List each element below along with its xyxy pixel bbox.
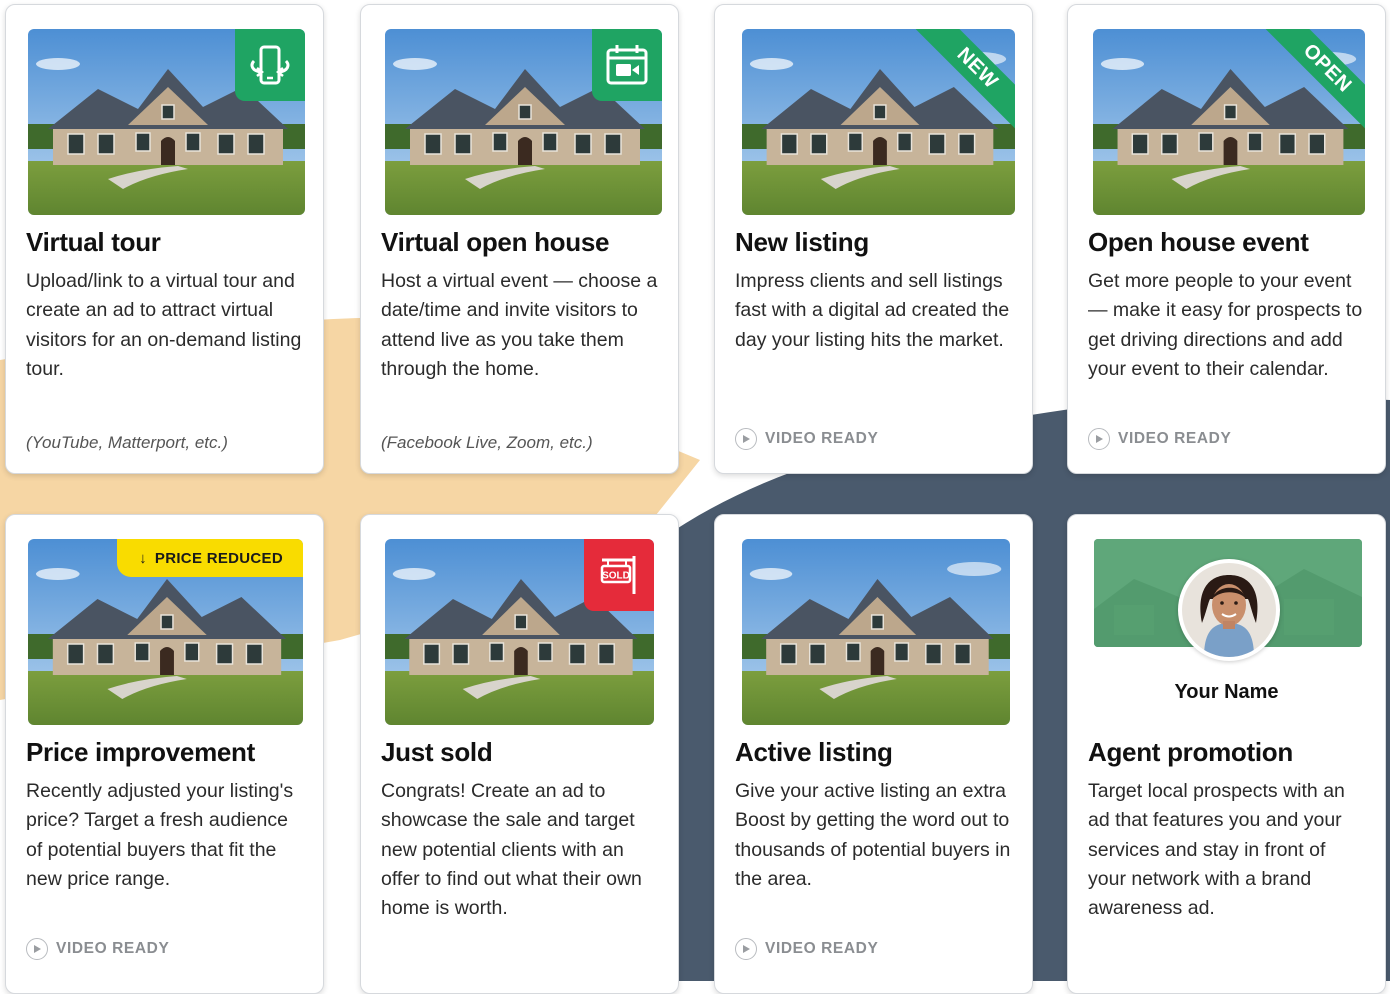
listing-photo: OPEN [1093, 29, 1365, 215]
card-title: Open house event [1088, 227, 1309, 257]
card-description: Target local prospects with an ad that f… [1088, 780, 1345, 920]
card-description: Upload/link to a virtual tour and create… [26, 270, 302, 380]
price-reduced-badge: ↓ PRICE REDUCED [117, 539, 303, 577]
new-ribbon: NEW [915, 29, 1015, 129]
card-title: New listing [735, 227, 869, 257]
card-description: Give your active listing an extra Boost … [735, 780, 1011, 890]
card-note: (Facebook Live, Zoom, etc.) [381, 433, 593, 452]
play-icon [735, 938, 757, 960]
card-title: Active listing [735, 737, 893, 767]
calendar-video-icon [606, 45, 648, 85]
price-reduced-label: PRICE REDUCED [154, 549, 283, 567]
sold-sign-text: SOLD [602, 571, 630, 582]
card-description: Congrats! Create an ad to showcase the s… [381, 780, 642, 920]
virtual-open-house-badge [592, 29, 662, 101]
agent-photo [1182, 563, 1276, 657]
ribbon-label: NEW [915, 29, 1015, 129]
listing-photo: NEW [742, 29, 1015, 215]
ribbon-label: OPEN [1265, 29, 1365, 129]
listing-photo [742, 539, 1010, 725]
card-agent-promotion[interactable]: Your Name Agent promotion Target local p… [1067, 514, 1386, 994]
house-image [742, 539, 1010, 725]
play-icon [1088, 428, 1110, 450]
listing-photo [385, 29, 662, 215]
virtual-tour-badge [235, 29, 305, 101]
video-ready-label: VIDEO READY [765, 430, 879, 447]
card-virtual-open-house[interactable]: Virtual open house Host a virtual event … [360, 4, 679, 474]
sold-badge: SOLD [584, 539, 654, 611]
video-ready-indicator: VIDEO READY [26, 938, 169, 960]
card-title: Agent promotion [1088, 737, 1293, 767]
open-ribbon: OPEN [1265, 29, 1365, 129]
listing-photo: ↓ PRICE REDUCED [28, 539, 303, 725]
video-ready-indicator: VIDEO READY [1088, 428, 1231, 450]
card-description: Impress clients and sell listings fast w… [735, 270, 1010, 351]
video-ready-label: VIDEO READY [1118, 430, 1232, 447]
card-open-house-event[interactable]: OPEN Open house event Get more people to… [1067, 4, 1386, 474]
sold-sign-icon: SOLD [600, 556, 636, 594]
video-ready-label: VIDEO READY [56, 940, 170, 957]
card-title: Price improvement [26, 737, 255, 767]
card-title: Just sold [381, 737, 493, 767]
down-arrow-icon: ↓ [139, 549, 147, 567]
video-ready-indicator: VIDEO READY [735, 428, 878, 450]
video-ready-indicator: VIDEO READY [735, 938, 878, 960]
play-icon [26, 938, 48, 960]
play-icon [735, 428, 757, 450]
avatar [1178, 559, 1280, 661]
card-title: Virtual open house [381, 227, 610, 257]
card-description: Host a virtual event — choose a date/tim… [381, 270, 658, 380]
phone-rotate-icon [250, 45, 290, 85]
card-description: Recently adjusted your listing's price? … [26, 780, 294, 890]
video-ready-label: VIDEO READY [765, 940, 879, 957]
card-description: Get more people to your event — make it … [1088, 270, 1363, 380]
listing-photo [28, 29, 305, 215]
card-title: Virtual tour [26, 227, 161, 257]
card-new-listing[interactable]: NEW New listing Impress clients and sell… [714, 4, 1033, 474]
card-note: (YouTube, Matterport, etc.) [26, 433, 228, 452]
agent-name: Your Name [1174, 681, 1279, 703]
card-virtual-tour[interactable]: Virtual tour Upload/link to a virtual to… [5, 4, 324, 474]
listing-photo: SOLD [385, 539, 654, 725]
card-just-sold[interactable]: SOLD Just sold Congrats! Create an ad to… [360, 514, 679, 994]
card-active-listing[interactable]: Active listing Give your active listing … [714, 514, 1033, 994]
card-price-improvement[interactable]: ↓ PRICE REDUCED Price improvement Recent… [5, 514, 324, 994]
